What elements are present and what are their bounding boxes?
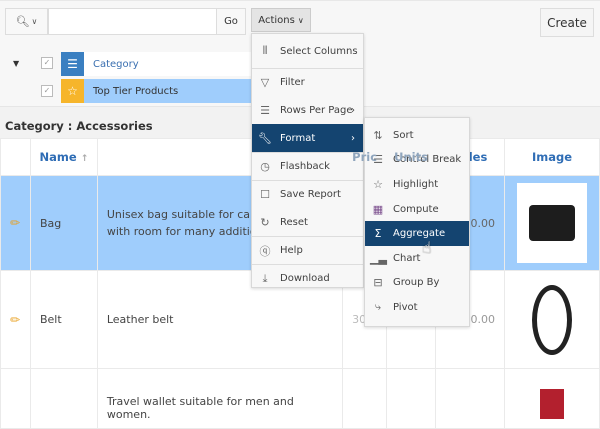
menu-label: Reset (280, 216, 308, 228)
menu-label: Filter (280, 77, 305, 88)
header-label: Units (394, 150, 428, 164)
menu-label: Pivot (393, 301, 418, 313)
pivot-icon: ⤷ (374, 300, 382, 314)
menu-label: Help (280, 245, 303, 256)
table-row[interactable]: Travel wallet suitable for men and women… (0, 368, 600, 429)
filter-icon: ▽ (260, 76, 270, 89)
columns-icon: ⫴ (262, 44, 268, 57)
menu-item-help[interactable]: ⓠ Help (252, 236, 363, 264)
product-image-bag (503, 175, 600, 271)
edit-pencil-icon[interactable]: ✏ (0, 175, 31, 271)
edit-pencil-icon[interactable] (0, 368, 31, 429)
cell-sales (435, 368, 505, 429)
chevron-down-icon: ∨ (31, 17, 38, 26)
search-icon: 🔍︎ (15, 15, 30, 28)
go-button[interactable]: Go (216, 8, 246, 35)
menu-label: Flashback (280, 161, 330, 172)
cell-name: Bag (29, 175, 98, 271)
menu-label: Save Report (280, 189, 341, 200)
edit-pencil-icon[interactable]: ✏ (0, 270, 31, 369)
filter-checkbox[interactable]: ✓ (41, 85, 53, 97)
menu-item-group-by[interactable]: ⊟ Group By (365, 271, 469, 296)
menu-label: Rows Per Page (280, 104, 353, 116)
download-icon: ⤓ (262, 271, 268, 285)
wrench-icon: 🔧︎ (258, 131, 272, 145)
chevron-right-icon: › (351, 104, 355, 116)
menu-item-reset[interactable]: ↻ Reset (252, 208, 363, 236)
sigma-icon: Σ (374, 227, 382, 241)
actions-button[interactable]: Actions ∨ (251, 8, 311, 32)
menu-item-compute[interactable]: ▦ Compute (365, 197, 469, 222)
cell-name (29, 368, 98, 429)
menu-label: Chart (393, 252, 421, 264)
menu-label: Highlight (393, 178, 439, 190)
product-image-belt (503, 270, 600, 369)
menu-item-flashback[interactable]: ◷ Flashback (252, 152, 363, 180)
chevron-down-icon: ∨ (297, 15, 304, 25)
star-icon: ☆ (61, 79, 84, 103)
menu-item-format[interactable]: 🔧︎ Format › (252, 124, 363, 152)
actions-menu: ⫴ Select Columns ▽ Filter ☰ Rows Per Page › … (251, 33, 364, 288)
menu-label: Compute (393, 203, 439, 215)
menu-item-download[interactable]: ⤓ Download (252, 264, 363, 292)
menu-item-select-columns[interactable]: ⫴ Select Columns (252, 34, 363, 68)
group-by-icon: ⊟ (373, 276, 383, 290)
column-header-image[interactable]: Image (503, 138, 600, 176)
clock-icon: ◷ (260, 160, 270, 173)
reset-icon: ↻ (260, 215, 270, 229)
menu-label: Aggregate (393, 228, 446, 240)
search-column-button[interactable]: 🔍︎ ∨ (5, 8, 48, 35)
menu-item-save-report[interactable]: ☐ Save Report (252, 180, 363, 208)
control-break-icon: ☰ (61, 52, 84, 76)
star-icon: ☆ (373, 177, 383, 191)
cell-description: Travel wallet suitable for men and women… (96, 368, 344, 429)
filter-label: Top Tier Products (93, 85, 179, 97)
filter-checkbox[interactable]: ✓ (41, 57, 53, 69)
menu-item-filter[interactable]: ▽ Filter (252, 68, 363, 96)
help-icon: ⓠ (259, 244, 271, 258)
header-label: Pric (352, 150, 378, 164)
collapse-toggle-icon[interactable]: ▼ (13, 59, 19, 68)
cell-name: Belt (29, 270, 98, 369)
menu-label: Sort (393, 129, 414, 141)
filter-label: Category (93, 58, 139, 70)
search-input[interactable] (48, 8, 217, 35)
calculator-icon: ▦ (372, 202, 384, 216)
menu-label: Select Columns (280, 45, 358, 57)
rows-icon: ☰ (260, 103, 270, 117)
create-button[interactable]: Create (540, 8, 594, 37)
product-image-wallet (503, 368, 600, 429)
menu-item-pivot[interactable]: ⤷ Pivot (365, 295, 469, 320)
menu-label: Group By (393, 277, 440, 289)
menu-item-sort[interactable]: ⇅ Sort (365, 123, 469, 148)
bookmark-icon: ☐ (260, 188, 270, 201)
menu-item-aggregate[interactable]: Σ Aggregate (365, 221, 469, 246)
menu-item-chart[interactable]: ▁▃ Chart (365, 246, 469, 271)
cell-price (342, 368, 388, 429)
edit-column-header (0, 138, 31, 176)
menu-label: Format (280, 132, 316, 144)
chevron-right-icon: › (351, 132, 355, 144)
hand-cursor-icon: ☝ (422, 238, 432, 257)
menu-label: Download (280, 273, 330, 284)
menu-item-highlight[interactable]: ☆ Highlight (365, 172, 469, 197)
sort-icon: ⇅ (373, 128, 383, 142)
header-label: Name (39, 150, 77, 164)
menu-item-rows-per-page[interactable]: ☰ Rows Per Page › (252, 96, 363, 124)
filter-top-tier[interactable]: ☆ Top Tier Products (61, 79, 276, 103)
chart-icon: ▁▃ (370, 251, 387, 265)
format-submenu: ⇅ Sort ☰ Control Break ☆ Highlight ▦ Compute… (364, 117, 470, 327)
actions-label: Actions (258, 14, 295, 26)
column-header-name[interactable]: Name ↑ (29, 138, 98, 176)
cell-units (386, 368, 436, 429)
sort-ascending-icon: ↑ (80, 154, 89, 164)
